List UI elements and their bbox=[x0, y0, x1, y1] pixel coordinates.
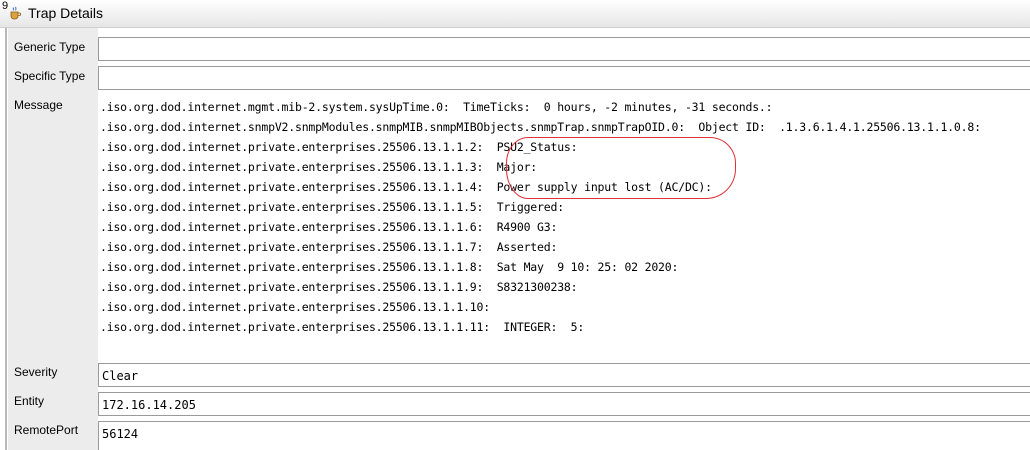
message-line: .iso.org.dod.internet.private.enterprise… bbox=[100, 200, 564, 214]
message-line: .iso.org.dod.internet.private.enterprise… bbox=[100, 220, 558, 234]
remote-port-field[interactable]: 56124 bbox=[98, 421, 1030, 450]
specific-type-field[interactable] bbox=[98, 66, 1030, 90]
trap-details-window: 9 Trap Details Generic Type Specific Typ… bbox=[0, 0, 1030, 450]
left-border bbox=[5, 28, 7, 450]
generic-type-label: Generic Type bbox=[14, 40, 86, 54]
entity-field[interactable]: 172.16.14.205 bbox=[98, 392, 1030, 416]
message-line: .iso.org.dod.internet.private.enterprise… bbox=[100, 280, 578, 294]
label-column bbox=[8, 28, 98, 450]
remote-port-label: RemotePort bbox=[14, 423, 79, 437]
message-line: .iso.org.dod.internet.private.enterprise… bbox=[100, 180, 712, 194]
message-line: .iso.org.dod.internet.mgmt.mib-2.system.… bbox=[100, 100, 773, 114]
message-line: .iso.org.dod.internet.private.enterprise… bbox=[100, 160, 538, 174]
specific-type-label: Specific Type bbox=[14, 69, 86, 83]
message-line: .iso.org.dod.internet.private.enterprise… bbox=[100, 140, 578, 154]
severity-field[interactable]: Clear bbox=[98, 363, 1030, 387]
generic-type-field[interactable] bbox=[98, 37, 1030, 61]
message-line: .iso.org.dod.internet.private.enterprise… bbox=[100, 320, 585, 334]
window-title: Trap Details bbox=[28, 5, 103, 21]
message-line: .iso.org.dod.internet.snmpV2.snmpModules… bbox=[100, 120, 981, 134]
title-bar[interactable]: 9 Trap Details bbox=[0, 0, 1030, 28]
message-line: .iso.org.dod.internet.private.enterprise… bbox=[100, 260, 679, 274]
entity-label: Entity bbox=[14, 394, 45, 408]
java-cup-icon bbox=[8, 6, 22, 20]
message-text-area[interactable]: .iso.org.dod.internet.mgmt.mib-2.system.… bbox=[98, 95, 1030, 360]
message-line: .iso.org.dod.internet.private.enterprise… bbox=[100, 300, 490, 314]
severity-label: Severity bbox=[14, 365, 58, 379]
message-line: .iso.org.dod.internet.private.enterprise… bbox=[100, 240, 558, 254]
message-label: Message bbox=[14, 98, 63, 112]
